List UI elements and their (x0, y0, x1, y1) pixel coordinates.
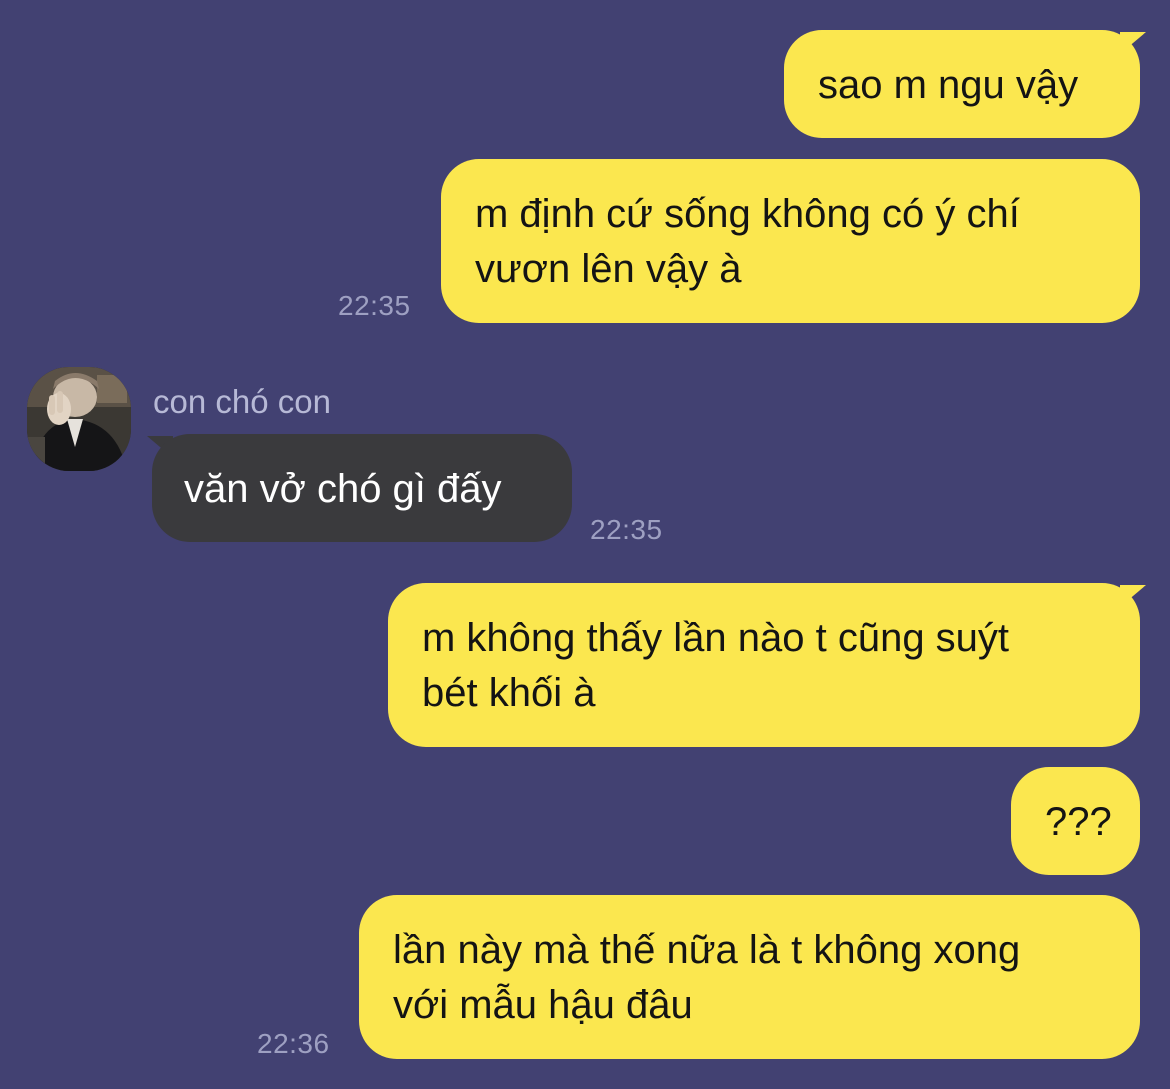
message-timestamp: 22:35 (590, 514, 663, 545)
message-bubble-outgoing[interactable]: lần này mà thế nữa là t không xong với m… (359, 895, 1140, 1059)
contact-avatar[interactable] (27, 367, 131, 471)
message-bubble-outgoing[interactable]: sao m ngu vậy (784, 30, 1140, 138)
message-bubble-outgoing[interactable]: m định cứ sống không có ý chí vươn lên v… (441, 159, 1140, 323)
message-bubble-outgoing[interactable]: m không thấy lần nào t cũng suýt bét khố… (388, 583, 1140, 747)
sender-name: con chó con (153, 383, 331, 420)
avatar-photo (27, 367, 131, 471)
message-timestamp: 22:35 (338, 290, 411, 321)
message-bubble-incoming[interactable]: văn vở chó gì đấy (152, 434, 572, 542)
message-timestamp: 22:36 (257, 1028, 330, 1059)
message-bubble-outgoing[interactable]: ??? (1011, 767, 1140, 875)
